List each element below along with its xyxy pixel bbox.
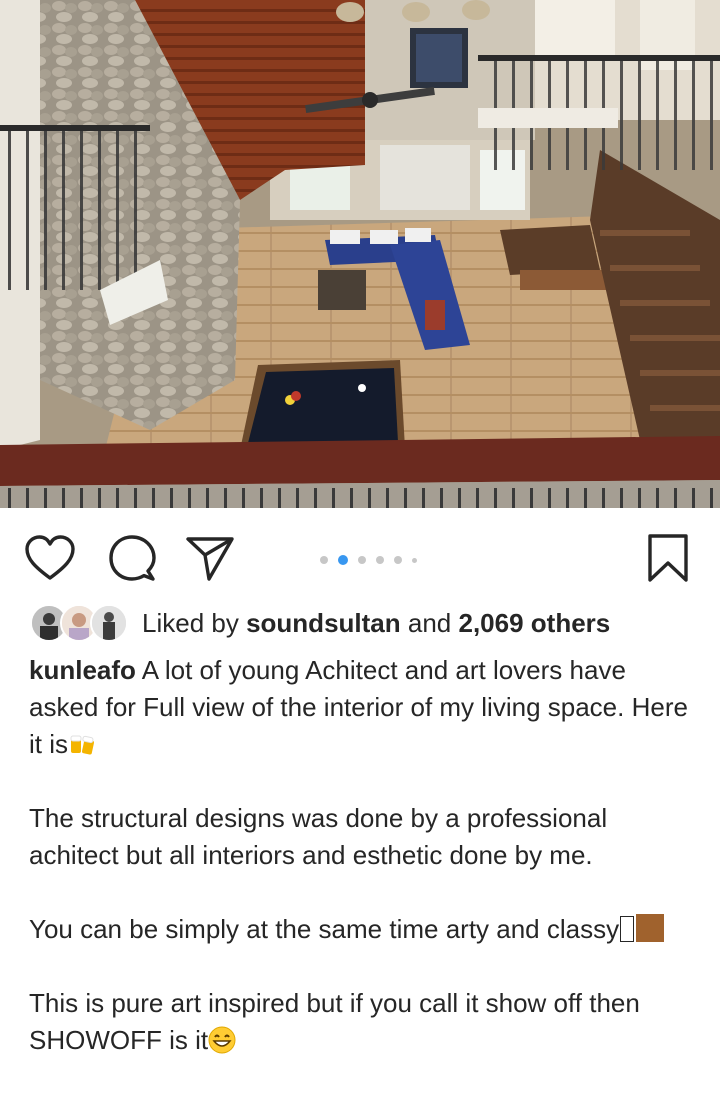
paper-plane-icon[interactable] [184, 532, 236, 584]
caption-username[interactable]: kunleafo [29, 655, 136, 685]
likes-others-count[interactable]: 2,069 others [459, 608, 611, 638]
caption-paragraph: You can be simply at the same time arty … [29, 911, 701, 948]
caption-text: This is pure art inspired but if you cal… [29, 988, 640, 1055]
caption-paragraph: The structural designs was done by a pro… [29, 803, 608, 870]
likes-joiner: and [407, 607, 452, 638]
carousel-indicator [320, 553, 427, 567]
carousel-dot [412, 557, 417, 563]
carousel-dot [320, 556, 328, 564]
comment-icon[interactable] [106, 532, 158, 584]
caption-text: You can be simply at the same time arty … [29, 914, 620, 944]
living-room-photo [0, 0, 720, 508]
liker-username[interactable]: soundsultan [246, 608, 401, 638]
beer-mugs-emoji-icon [70, 735, 94, 755]
likes-summary: Liked by soundsultan and 2,069 others [142, 608, 610, 639]
carousel-dot [358, 556, 366, 564]
carousel-dot-active [338, 555, 348, 565]
grinning-face-emoji-icon [208, 1026, 236, 1054]
brown-square-emoji-icon [636, 914, 665, 942]
likes-row: Liked by soundsultan and 2,069 others [30, 603, 610, 643]
caption-paragraph: kunleafo A lot of young Achitect and art… [29, 652, 701, 763]
post-photo[interactable] [0, 0, 720, 508]
bookmark-icon[interactable] [642, 532, 694, 584]
carousel-dot [394, 556, 402, 564]
post-action-bar [0, 508, 720, 600]
carousel-dot [376, 556, 384, 564]
likes-prefix: Liked by [142, 607, 239, 638]
heart-icon[interactable] [24, 532, 76, 584]
liker-avatars[interactable] [30, 604, 128, 642]
caption-paragraph: This is pure art inspired but if you cal… [29, 985, 701, 1059]
post-caption: kunleafo A lot of young Achitect and art… [29, 652, 701, 1059]
unsupported-glyph-icon [620, 916, 635, 942]
avatar[interactable] [90, 604, 128, 642]
